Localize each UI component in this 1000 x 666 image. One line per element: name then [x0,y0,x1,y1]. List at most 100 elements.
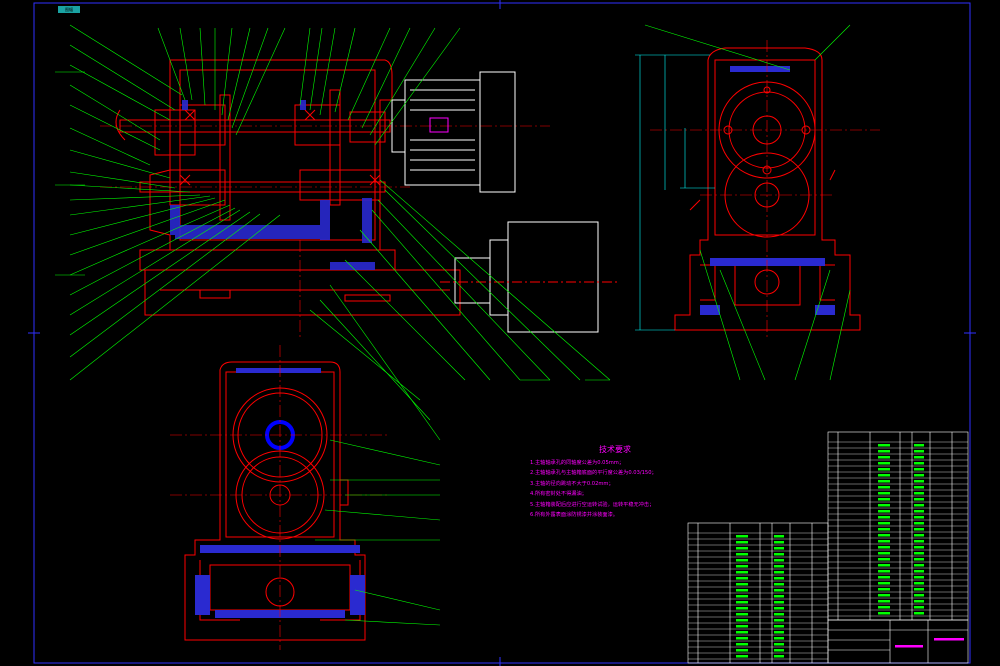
parts-list-material-cell [774,535,784,538]
parts-list-material-cell [914,570,924,573]
parts-list-name-cell [878,594,890,597]
note-line-6: 6.所有外露表面涂防锈漆并涂装面漆。 [530,512,618,519]
side-view [674,47,861,331]
parts-list-material-cell [914,552,924,555]
parts-list-material-cell [914,480,924,483]
parts-list-material-cell [774,619,784,622]
parts-list-material-cell [774,607,784,610]
parts-list-name-cell [878,510,890,513]
parts-list-name-cell [878,540,890,543]
parts-list-name-cell [736,655,748,658]
parts-list-material-cell [774,637,784,640]
parts-list-name-cell [736,607,748,610]
parts-list-material-cell [914,594,924,597]
parts-list-material-cell [914,534,924,537]
parts-list-material-cell [774,595,784,598]
parts-list-material-cell [914,516,924,519]
parts-list-material-cell [774,553,784,556]
parts-list-name-cell [736,595,748,598]
parts-list-material-cell [774,613,784,616]
parts-list-name-cell [736,631,748,634]
parts-list-material-cell [914,522,924,525]
side-centerlines [650,40,880,340]
note-line-3: 3.主轴的径向跳动不大于0.02mm； [530,480,614,487]
parts-list-material-cell [914,612,924,615]
parts-list-material-cell [914,462,924,465]
parts-list-material-cell [914,528,924,531]
parts-list-material-cell [914,588,924,591]
end-view [184,361,366,641]
parts-list-name-cell [878,546,890,549]
parts-list-material-cell [914,450,924,453]
section-hatching [170,100,375,270]
parts-list-material-cell [914,546,924,549]
parts-list-name-cell [878,486,890,489]
parts-list-name-cell [736,553,748,556]
parts-list-name-cell [878,528,890,531]
parts-list-material-cell [914,486,924,489]
parts-list-material-cell [914,558,924,561]
parts-list-name-cell [736,619,748,622]
assembly-drawing [28,0,976,666]
parts-list-material-cell [914,510,924,513]
drawing-title-cell [934,638,964,641]
parts-list-name-cell [878,564,890,567]
outer-frame [33,2,971,664]
parts-list-name-cell [878,456,890,459]
parts-list-material-cell [774,625,784,628]
parts-list-material-cell [914,600,924,603]
parts-list-name-cell [878,600,890,603]
parts-list-material-cell [774,547,784,550]
upper-motor [391,71,516,193]
parts-list-material-cell [914,576,924,579]
corner-tag: 图幅 [58,6,80,13]
note-line-5: 5.主轴箱装配后应进行空运转试验，运转平稳无冲击； [530,501,655,508]
parts-list-name-cell [736,547,748,550]
parts-list-material-cell [774,571,784,574]
parts-list-material-cell [774,589,784,592]
parts-list-name-cell [736,535,748,538]
parts-list-name-cell [878,498,890,501]
parts-list-name-cell [878,468,890,471]
parts-list-name-cell [736,643,748,646]
parts-list-name-cell [878,450,890,453]
parts-list-name-cell [736,541,748,544]
parts-list-material-cell [914,564,924,567]
parts-list-material-cell [774,559,784,562]
note-line-1: 1.主轴轴承孔的同轴度公差为0.05mm； [530,460,625,466]
parts-list-name-cell [878,606,890,609]
side-dimensions [635,54,715,331]
parts-list-name-cell [736,637,748,640]
parts-list-name-cell [878,612,890,615]
parts-list-material-cell [774,649,784,652]
parts-list-material-cell [774,601,784,604]
parts-list-material-cell [914,444,924,447]
parts-list-material-cell [914,456,924,459]
parts-list-name-cell [736,565,748,568]
parts-list-name-cell [736,649,748,652]
parts-list-material-cell [914,468,924,471]
note-line-4: 4.所有密封处不得漏油； [530,491,587,498]
parts-list-name-cell [878,462,890,465]
lower-motor [440,221,620,333]
parts-list-material-cell [914,540,924,543]
parts-list-name-cell [736,583,748,586]
parts-list-name-cell [878,576,890,579]
parts-list-name-cell [736,613,748,616]
parts-list-material-cell [914,504,924,507]
parts-list-material-cell [914,474,924,477]
parts-list-name-cell [878,480,890,483]
parts-list-name-cell [878,492,890,495]
signature-cell [895,645,923,648]
parts-list-material-cell [914,582,924,585]
parts-list-name-cell [878,522,890,525]
title-block [827,619,969,664]
parts-list-material-cell [774,655,784,658]
parts-list-name-cell [736,559,748,562]
part-number-tags [55,71,610,381]
parts-list-material-cell [914,498,924,501]
parts-list-name-cell [878,570,890,573]
parts-list-material-cell [774,583,784,586]
front-section-view [115,59,461,316]
parts-list-material-cell [774,565,784,568]
